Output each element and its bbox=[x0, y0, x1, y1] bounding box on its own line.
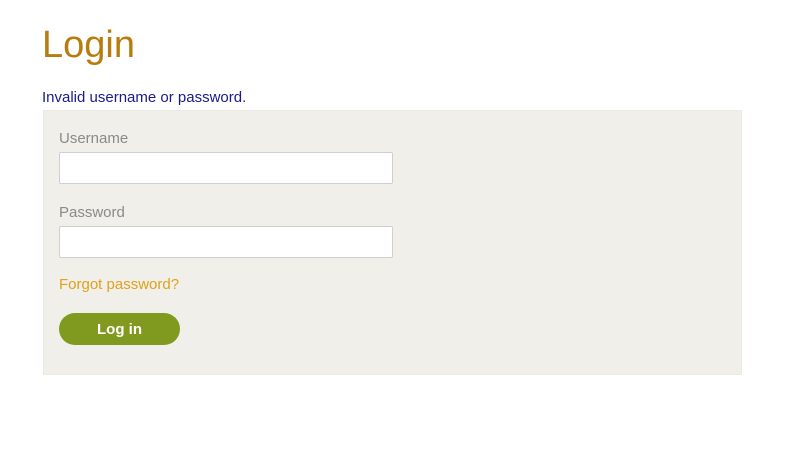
username-input[interactable] bbox=[59, 152, 393, 184]
error-message: Invalid username or password. bbox=[42, 89, 247, 106]
login-page: Login Invalid username or password. User… bbox=[0, 0, 805, 456]
forgot-password-link[interactable]: Forgot password? bbox=[59, 276, 179, 294]
page-title: Login bbox=[42, 24, 135, 66]
username-label: Username bbox=[59, 130, 129, 147]
password-label: Password bbox=[59, 204, 125, 221]
login-form: Username Password Forgot password? Log i… bbox=[43, 110, 742, 375]
password-input[interactable] bbox=[59, 226, 393, 258]
log-in-button[interactable]: Log in bbox=[59, 313, 180, 345]
